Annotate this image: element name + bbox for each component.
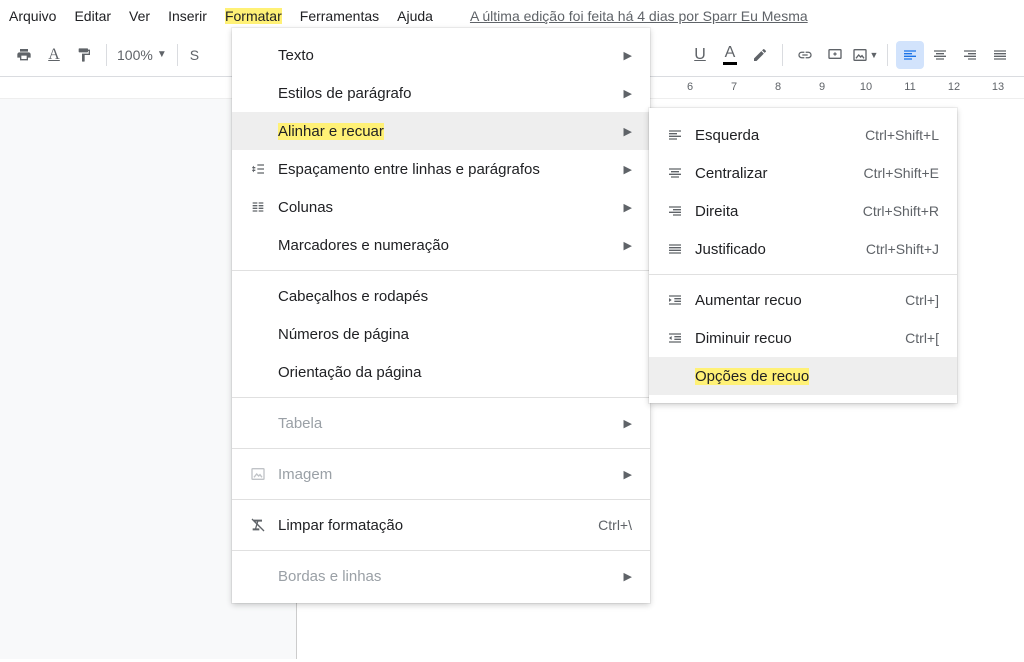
ruler-mark: 11	[904, 81, 915, 93]
align-left-icon	[667, 127, 695, 143]
menu-item-imagem: Imagem ▶	[232, 455, 650, 493]
submenu-item-centralizar[interactable]: Centralizar Ctrl+Shift+E	[649, 154, 957, 192]
submenu-arrow-icon: ▶	[624, 163, 632, 176]
submenu-arrow-icon: ▶	[624, 87, 632, 100]
ruler-mark: 8	[775, 81, 781, 93]
submenu-arrow-icon: ▶	[624, 201, 632, 214]
last-edit-link[interactable]: A última edição foi feita há 4 dias por …	[470, 8, 808, 24]
menu-arquivo[interactable]: Arquivo	[0, 4, 65, 28]
menu-inserir[interactable]: Inserir	[159, 4, 216, 28]
menu-shortcut: Ctrl+Shift+R	[863, 203, 939, 219]
submenu-item-aumentar-recuo[interactable]: Aumentar recuo Ctrl+]	[649, 281, 957, 319]
paragraph-style-selector[interactable]: S	[186, 47, 203, 63]
menu-separator	[232, 499, 650, 500]
print-icon[interactable]	[10, 41, 38, 69]
align-right-button[interactable]	[956, 41, 984, 69]
ruler-mark: 10	[860, 81, 872, 93]
menu-ferramentas[interactable]: Ferramentas	[291, 4, 388, 28]
format-dropdown: Texto ▶ Estilos de parágrafo ▶ Alinhar e…	[232, 28, 650, 603]
submenu-arrow-icon: ▶	[624, 570, 632, 583]
align-right-icon	[667, 203, 695, 219]
submenu-arrow-icon: ▶	[624, 125, 632, 138]
align-center-icon	[667, 165, 695, 181]
submenu-item-justificado[interactable]: Justificado Ctrl+Shift+J	[649, 230, 957, 268]
align-justify-button[interactable]	[986, 41, 1014, 69]
menu-item-texto[interactable]: Texto ▶	[232, 36, 650, 74]
increase-indent-icon	[667, 292, 695, 308]
menu-shortcut: Ctrl+Shift+J	[866, 241, 939, 257]
menu-ver[interactable]: Ver	[120, 4, 159, 28]
ruler-mark: 12	[948, 81, 960, 93]
menu-shortcut: Ctrl+\	[598, 517, 632, 533]
submenu-item-direita[interactable]: Direita Ctrl+Shift+R	[649, 192, 957, 230]
menu-editar[interactable]: Editar	[65, 4, 120, 28]
menu-separator	[232, 550, 650, 551]
toolbar-separator	[782, 44, 783, 66]
menu-separator	[232, 448, 650, 449]
menu-item-colunas[interactable]: Colunas ▶	[232, 188, 650, 226]
submenu-item-opcoes-recuo[interactable]: Opções de recuo	[649, 357, 957, 395]
menu-item-limpar-formatacao[interactable]: Limpar formatação Ctrl+\	[232, 506, 650, 544]
menu-shortcut: Ctrl+Shift+L	[865, 127, 939, 143]
ruler-mark: 7	[731, 81, 737, 93]
decrease-indent-icon	[667, 330, 695, 346]
align-justify-icon	[667, 241, 695, 257]
underline-button[interactable]: U	[686, 41, 714, 69]
menu-item-bordas: Bordas e linhas ▶	[232, 557, 650, 595]
clear-format-icon	[250, 517, 278, 533]
menu-separator	[649, 274, 957, 275]
ruler-mark: 9	[819, 81, 825, 93]
menu-ajuda[interactable]: Ajuda	[388, 4, 442, 28]
submenu-item-diminuir-recuo[interactable]: Diminuir recuo Ctrl+[	[649, 319, 957, 357]
menu-shortcut: Ctrl+Shift+E	[864, 165, 939, 181]
toolbar-separator	[887, 44, 888, 66]
submenu-arrow-icon: ▶	[624, 468, 632, 481]
image-icon	[250, 466, 278, 482]
insert-link-button[interactable]	[791, 41, 819, 69]
menu-item-orientacao[interactable]: Orientação da página	[232, 353, 650, 391]
menu-item-marcadores[interactable]: Marcadores e numeração ▶	[232, 226, 650, 264]
menu-item-estilos-paragrafo[interactable]: Estilos de parágrafo ▶	[232, 74, 650, 112]
menu-item-cabecalhos[interactable]: Cabeçalhos e rodapés	[232, 277, 650, 315]
paint-format-icon[interactable]	[70, 41, 98, 69]
insert-comment-button[interactable]	[821, 41, 849, 69]
spellcheck-icon[interactable]: A	[40, 41, 68, 69]
menu-separator	[232, 397, 650, 398]
menu-item-alinhar-recuar[interactable]: Alinhar e recuar ▶	[232, 112, 650, 150]
ruler-mark: 13	[992, 81, 1004, 93]
submenu-item-esquerda[interactable]: Esquerda Ctrl+Shift+L	[649, 116, 957, 154]
columns-icon	[250, 199, 278, 215]
menu-item-numeros-pagina[interactable]: Números de página	[232, 315, 650, 353]
submenu-arrow-icon: ▶	[624, 49, 632, 62]
toolbar-separator	[177, 44, 178, 66]
align-indent-submenu: Esquerda Ctrl+Shift+L Centralizar Ctrl+S…	[649, 108, 957, 403]
toolbar-separator	[106, 44, 107, 66]
zoom-selector[interactable]: 100% ▼	[115, 47, 169, 63]
menu-separator	[232, 270, 650, 271]
menu-shortcut: Ctrl+[	[905, 330, 939, 346]
text-color-button[interactable]: A	[716, 41, 744, 69]
highlight-button[interactable]	[746, 41, 774, 69]
menu-item-tabela: Tabela ▶	[232, 404, 650, 442]
line-spacing-icon	[250, 161, 278, 177]
menu-item-espacamento[interactable]: Espaçamento entre linhas e parágrafos ▶	[232, 150, 650, 188]
caret-down-icon: ▼	[157, 49, 167, 60]
submenu-arrow-icon: ▶	[624, 417, 632, 430]
align-center-button[interactable]	[926, 41, 954, 69]
ruler-mark: 6	[687, 81, 693, 93]
insert-image-button[interactable]: ▼	[851, 41, 879, 69]
align-left-button[interactable]	[896, 41, 924, 69]
menu-shortcut: Ctrl+]	[905, 292, 939, 308]
menu-formatar[interactable]: Formatar	[216, 4, 291, 28]
submenu-arrow-icon: ▶	[624, 239, 632, 252]
